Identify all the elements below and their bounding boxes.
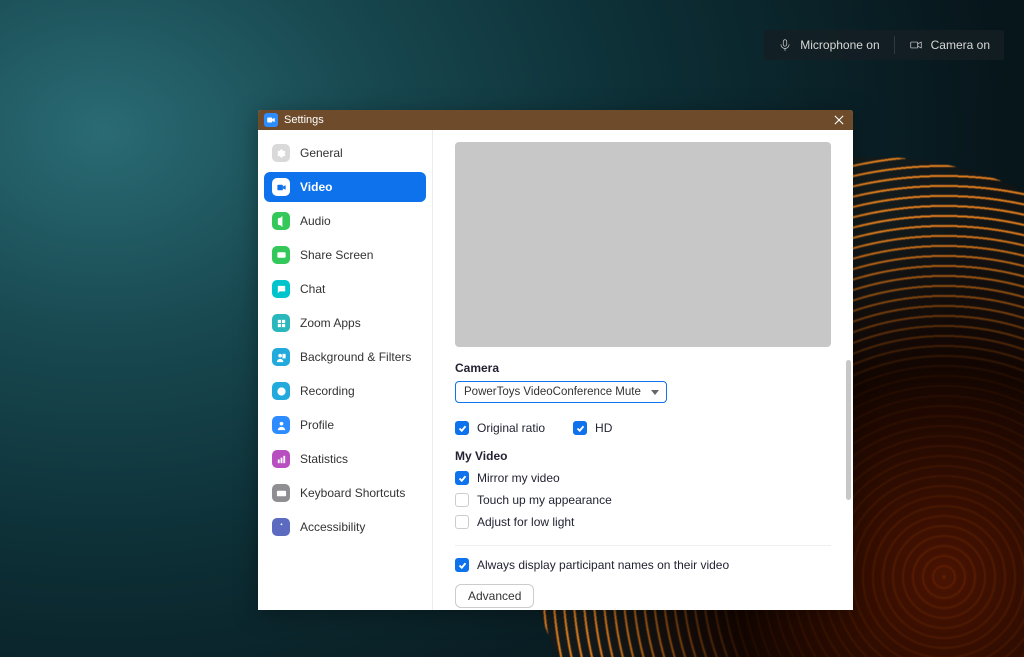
always-names-label: Always display participant names on thei…	[477, 558, 729, 572]
sidebar-item-label: Chat	[300, 282, 325, 296]
chat-icon	[272, 280, 290, 298]
sidebar-item-accessibility[interactable]: Accessibility	[264, 512, 426, 542]
camera-icon	[909, 38, 923, 52]
keyboard-icon	[272, 484, 290, 502]
sidebar-item-label: General	[300, 146, 343, 160]
sidebar-item-keyboard-shortcuts[interactable]: Keyboard Shortcuts	[264, 478, 426, 508]
microphone-status-label: Microphone on	[800, 38, 879, 52]
profile-icon	[272, 416, 290, 434]
settings-window: Settings General Video Audio Share Screen Ch…	[258, 110, 853, 610]
hd-label: HD	[595, 421, 612, 435]
settings-content: Camera PowerToys VideoConference Mute Or…	[433, 130, 853, 610]
close-icon	[834, 115, 844, 125]
sidebar-item-label: Recording	[300, 384, 355, 398]
access-icon	[272, 518, 290, 536]
sidebar-item-label: Background & Filters	[300, 350, 411, 364]
video-preview	[455, 142, 831, 347]
settings-sidebar: General Video Audio Share Screen Chat Zoom Ap…	[258, 130, 433, 610]
stats-icon	[272, 450, 290, 468]
touchup-label: Touch up my appearance	[477, 493, 612, 507]
sidebar-item-label: Video	[300, 180, 332, 194]
microphone-status[interactable]: Microphone on	[764, 30, 893, 60]
camera-status[interactable]: Camera on	[895, 30, 1004, 60]
bg-icon	[272, 348, 290, 366]
advanced-button[interactable]: Advanced	[455, 584, 534, 608]
video-icon	[272, 178, 290, 196]
camera-section-label: Camera	[455, 361, 831, 375]
always-names-checkbox[interactable]	[455, 558, 469, 572]
sidebar-item-statistics[interactable]: Statistics	[264, 444, 426, 474]
sidebar-item-chat[interactable]: Chat	[264, 274, 426, 304]
window-titlebar[interactable]: Settings	[258, 110, 853, 130]
sidebar-item-label: Zoom Apps	[300, 316, 361, 330]
window-title: Settings	[284, 114, 324, 126]
section-divider	[455, 545, 831, 546]
camera-select-value: PowerToys VideoConference Mute	[464, 386, 641, 398]
scrollbar-thumb[interactable]	[846, 360, 851, 500]
hd-checkbox[interactable]	[573, 421, 587, 435]
myvideo-section-label: My Video	[455, 449, 831, 463]
lowlight-label: Adjust for low light	[477, 515, 574, 529]
sidebar-item-label: Keyboard Shortcuts	[300, 486, 405, 500]
sidebar-item-general[interactable]: General	[264, 138, 426, 168]
sidebar-item-label: Accessibility	[300, 520, 365, 534]
mirror-checkbox[interactable]	[455, 471, 469, 485]
sidebar-item-audio[interactable]: Audio	[264, 206, 426, 236]
share-icon	[272, 246, 290, 264]
close-button[interactable]	[825, 110, 853, 130]
gear-icon	[272, 144, 290, 162]
sidebar-item-label: Statistics	[300, 452, 348, 466]
sidebar-item-zoom-apps[interactable]: Zoom Apps	[264, 308, 426, 338]
sidebar-item-background-filters[interactable]: Background & Filters	[264, 342, 426, 372]
av-status-bar: Microphone on Camera on	[764, 30, 1004, 60]
apps-icon	[272, 314, 290, 332]
touchup-checkbox[interactable]	[455, 493, 469, 507]
camera-status-label: Camera on	[931, 38, 990, 52]
audio-icon	[272, 212, 290, 230]
sidebar-item-label: Profile	[300, 418, 334, 432]
app-icon	[264, 113, 278, 127]
sidebar-item-label: Audio	[300, 214, 331, 228]
sidebar-item-share-screen[interactable]: Share Screen	[264, 240, 426, 270]
sidebar-item-profile[interactable]: Profile	[264, 410, 426, 440]
original-ratio-checkbox[interactable]	[455, 421, 469, 435]
window-body: General Video Audio Share Screen Chat Zoom Ap…	[258, 130, 853, 610]
original-ratio-label: Original ratio	[477, 421, 545, 435]
rec-icon	[272, 382, 290, 400]
sidebar-item-label: Share Screen	[300, 248, 373, 262]
sidebar-item-recording[interactable]: Recording	[264, 376, 426, 406]
lowlight-checkbox[interactable]	[455, 515, 469, 529]
sidebar-item-video[interactable]: Video	[264, 172, 426, 202]
camera-select[interactable]: PowerToys VideoConference Mute	[455, 381, 667, 403]
microphone-icon	[778, 38, 792, 52]
mirror-label: Mirror my video	[477, 471, 560, 485]
